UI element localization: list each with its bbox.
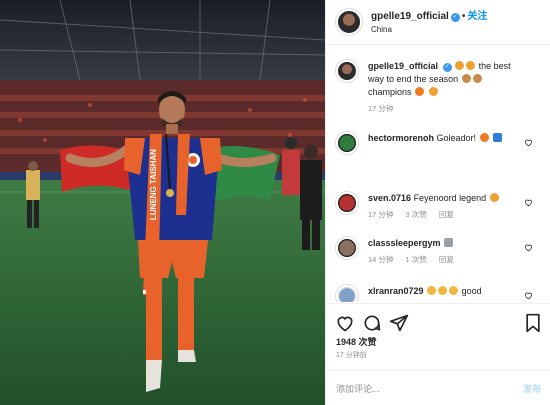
- caption-text-3: champions: [368, 87, 412, 97]
- comment-like-icon[interactable]: [524, 198, 533, 207]
- comment-item: classsleepergym 14 分钟 1 次赞 回复: [336, 237, 541, 265]
- emoji-goat-icon: [444, 238, 454, 247]
- caption-text-2: end the season: [396, 74, 459, 84]
- commenter-avatar[interactable]: [336, 192, 358, 214]
- post-photo: LUNENG TAISHAN: [0, 0, 325, 405]
- add-comment-bar: 添加评论... 发布: [326, 370, 550, 405]
- photo-illustration: LUNENG TAISHAN: [0, 0, 325, 405]
- comment-like-icon[interactable]: [524, 138, 533, 147]
- caption-username[interactable]: gpelle19_official: [368, 61, 438, 71]
- location-label[interactable]: China: [371, 23, 487, 36]
- comment-item: sven.0716 Feyenoord legend 17 分钟 3 次赞 回复: [336, 192, 541, 220]
- commenter-avatar[interactable]: [336, 237, 358, 259]
- comment-icon[interactable]: [362, 313, 382, 333]
- emoji-thumbs-up-icon: [438, 286, 448, 295]
- comments-list: gpelle19_official ✓ the best way to end …: [326, 52, 550, 302]
- post-sidebar: gpelle19_official ✓ • 关注 China gpelle19_off…: [325, 0, 550, 405]
- caption-avatar[interactable]: [336, 60, 358, 82]
- comment-username[interactable]: xlranran0729: [368, 286, 424, 296]
- share-icon[interactable]: [389, 313, 409, 333]
- comment-username[interactable]: classsleepergym: [368, 238, 441, 248]
- author-username[interactable]: gpelle19_official: [371, 11, 449, 22]
- emoji-flag-icon: [493, 133, 503, 142]
- emoji-heart-icon: [428, 87, 438, 96]
- bookmark-icon[interactable]: [523, 313, 543, 333]
- comment-username[interactable]: sven.0716: [368, 193, 411, 203]
- emoji-heart-icon: [466, 61, 476, 70]
- emoji-fire-icon: [479, 133, 489, 142]
- heart-icon[interactable]: [335, 313, 355, 333]
- verified-icon: ✓: [450, 13, 460, 22]
- comment-text: good: [461, 286, 482, 296]
- comment-text: Goleador!: [436, 133, 477, 143]
- comment-likes[interactable]: 3 次赞: [406, 210, 427, 219]
- emoji-heart-eyes-icon: [489, 193, 499, 202]
- emoji-muscle-icon: [472, 74, 482, 83]
- comment-reply[interactable]: 回复: [439, 255, 454, 264]
- comment-like-icon[interactable]: [524, 243, 533, 252]
- comment-time: 14 分钟: [368, 255, 394, 264]
- caption-time: 17 分钟: [368, 104, 394, 113]
- likes-count[interactable]: 1948 次赞: [336, 335, 377, 348]
- comment-time: 17 分钟: [368, 210, 394, 219]
- post-comment-button[interactable]: 发布: [523, 382, 541, 395]
- comment-text: Feyenoord legend: [413, 193, 487, 203]
- commenter-avatar[interactable]: [336, 132, 358, 154]
- separator-dot: •: [461, 11, 466, 22]
- comment-likes[interactable]: 1 次赞: [406, 255, 427, 264]
- emoji-fire-icon: [415, 87, 425, 96]
- comment-item: xlranran0729 good: [336, 285, 541, 302]
- emoji-face-icon: [455, 61, 465, 70]
- scarf-text: LUNENG TAISHAN: [149, 149, 158, 220]
- commenter-avatar[interactable]: [336, 285, 358, 302]
- follow-button[interactable]: 关注: [467, 11, 487, 22]
- comment-item: hectormorenoh Goleador!: [336, 132, 541, 154]
- emoji-thumbs-up-icon: [427, 286, 437, 295]
- verified-icon: ✓: [442, 63, 452, 72]
- comment-input[interactable]: 添加评论...: [336, 382, 523, 395]
- post-header: gpelle19_official ✓ • 关注 China: [326, 0, 550, 45]
- caption: gpelle19_official ✓ the best way to end …: [336, 60, 541, 114]
- emoji-thumbs-up-icon: [449, 286, 459, 295]
- comment-reply[interactable]: 回复: [439, 210, 454, 219]
- emoji-muscle-icon: [461, 74, 471, 83]
- post-age: 17 分钟前: [336, 352, 367, 359]
- comment-username[interactable]: hectormorenoh: [368, 133, 434, 143]
- comment-like-icon[interactable]: [524, 291, 533, 300]
- author-avatar[interactable]: [336, 9, 362, 35]
